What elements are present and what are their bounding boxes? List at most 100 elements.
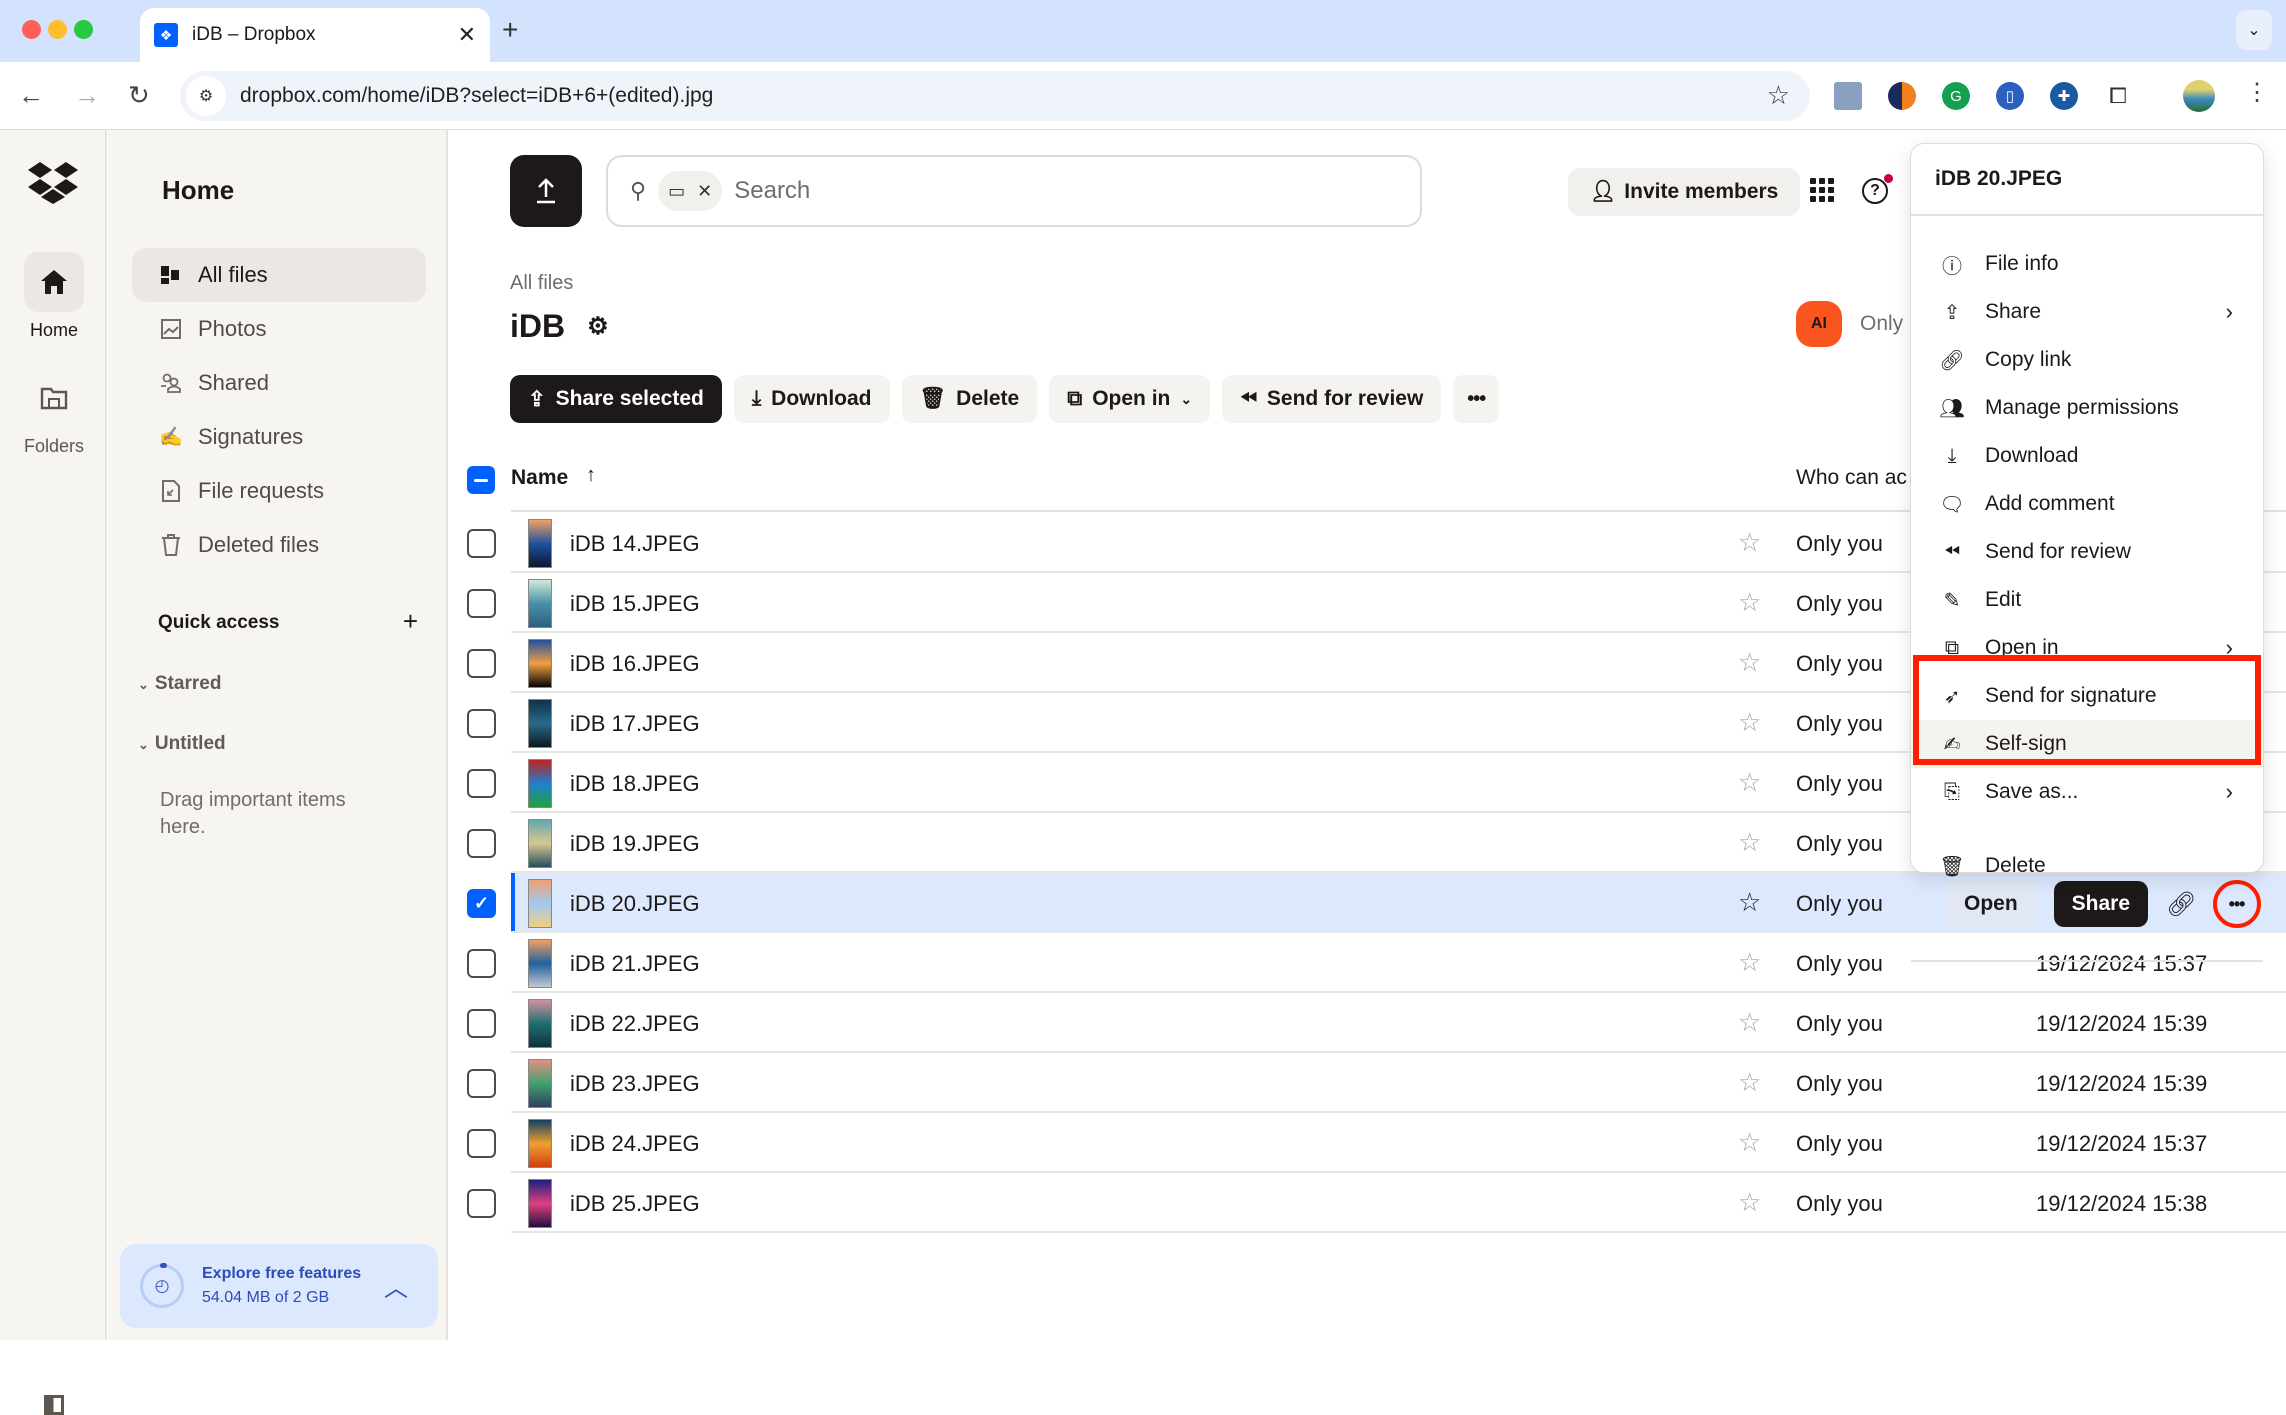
browser-menu-icon[interactable]: ⋮ xyxy=(2245,78,2269,107)
bookmark-star-icon[interactable]: ☆ xyxy=(1767,80,1790,111)
sidebar-item-file-requests[interactable]: File requests xyxy=(132,464,426,518)
star-icon[interactable]: ☆ xyxy=(1738,767,1761,798)
open-in-button[interactable]: ⧉ Open in ⌄ xyxy=(1049,375,1211,423)
url-text[interactable]: dropbox.com/home/iDB?select=iDB+6+(edite… xyxy=(240,84,713,108)
sort-ascending-icon[interactable]: ↑ xyxy=(586,464,596,487)
forward-arrow-icon[interactable]: → xyxy=(74,80,100,111)
star-icon[interactable]: ☆ xyxy=(1738,1067,1761,1098)
gear-icon[interactable]: ⚙ xyxy=(587,312,609,341)
star-icon[interactable]: ☆ xyxy=(1738,1127,1761,1158)
table-row[interactable]: iDB 22.JPEG ☆ Only you 19/12/2024 15:39 xyxy=(450,993,2286,1053)
menu-item-add-comment[interactable]: 🗨︎ Add comment xyxy=(1911,480,2263,528)
file-name[interactable]: iDB 19.JPEG xyxy=(570,831,700,857)
chevron-up-icon[interactable]: ︿ xyxy=(384,1268,408,1303)
download-button[interactable]: ⤓ Download xyxy=(733,375,890,423)
table-row[interactable]: iDB 25.JPEG ☆ Only you 19/12/2024 15:38 xyxy=(450,1173,2286,1233)
search-input[interactable] xyxy=(734,177,1135,205)
app-grid-icon[interactable] xyxy=(1810,178,1834,202)
upload-button[interactable] xyxy=(510,155,582,227)
star-icon[interactable]: ☆ xyxy=(1738,527,1761,558)
menu-item-send-for-signature[interactable]: ➶ Send for signature xyxy=(1911,672,2263,720)
remove-scope-icon[interactable]: ✕ xyxy=(697,181,712,202)
sidebar-item-deleted-files[interactable]: Deleted files xyxy=(132,518,426,572)
send-for-review-button[interactable]: ⏪︎ Send for review xyxy=(1222,375,1442,423)
close-tab-icon[interactable]: ✕ xyxy=(458,22,476,48)
row-checkbox[interactable] xyxy=(467,589,496,618)
file-name[interactable]: iDB 25.JPEG xyxy=(570,1191,700,1217)
avatar[interactable]: AI xyxy=(1796,301,1842,347)
explore-features-card[interactable]: ◴ Explore free features 54.04 MB of 2 GB… xyxy=(120,1244,438,1328)
star-icon[interactable]: ☆ xyxy=(1738,587,1761,618)
file-name[interactable]: iDB 17.JPEG xyxy=(570,711,700,737)
file-name[interactable]: iDB 20.JPEG xyxy=(570,891,700,917)
starred-group-toggle[interactable]: ⌄ Starred xyxy=(138,673,221,695)
table-row[interactable]: iDB 24.JPEG ☆ Only you 19/12/2024 15:37 xyxy=(450,1113,2286,1173)
star-icon[interactable]: ☆ xyxy=(1738,647,1761,678)
image-extension-icon[interactable] xyxy=(1834,82,1862,110)
window-minimize-button[interactable] xyxy=(48,20,67,39)
sidebar-item-photos[interactable]: Photos xyxy=(132,302,426,356)
row-checkbox[interactable] xyxy=(467,529,496,558)
row-checkbox[interactable] xyxy=(467,1009,496,1038)
star-icon[interactable]: ☆ xyxy=(1738,707,1761,738)
copy-link-icon[interactable]: 🔗︎ xyxy=(2166,890,2196,919)
column-name[interactable]: Name xyxy=(511,466,568,490)
star-icon[interactable]: ☆ xyxy=(1738,947,1761,978)
row-checkbox[interactable] xyxy=(467,1129,496,1158)
untitled-group-toggle[interactable]: ⌄ Untitled xyxy=(138,733,226,755)
invite-members-button[interactable]: 👤︎ Invite members xyxy=(1568,168,1800,216)
file-name[interactable]: iDB 23.JPEG xyxy=(570,1071,700,1097)
column-who-can-access[interactable]: Who can ac xyxy=(1796,466,1907,490)
dropbox-logo-icon[interactable] xyxy=(28,162,78,204)
row-checkbox[interactable] xyxy=(467,949,496,978)
rail-item-folders[interactable]: Folders xyxy=(24,368,84,457)
sidebar-item-shared[interactable]: Shared xyxy=(132,356,426,410)
row-checkbox[interactable] xyxy=(467,1189,496,1218)
window-close-button[interactable] xyxy=(22,20,41,39)
swirl-extension-icon[interactable] xyxy=(1888,82,1916,110)
more-actions-button[interactable]: ••• xyxy=(1453,375,1500,423)
profile-avatar[interactable] xyxy=(2183,80,2215,112)
row-checkbox[interactable] xyxy=(467,709,496,738)
menu-item-delete[interactable]: 🗑︎ Delete xyxy=(1911,842,2263,890)
delete-button[interactable]: 🗑︎ Delete xyxy=(901,375,1038,423)
row-checkbox[interactable] xyxy=(467,829,496,858)
window-maximize-button[interactable] xyxy=(74,20,93,39)
file-name[interactable]: iDB 24.JPEG xyxy=(570,1131,700,1157)
sidebar-item-all-files[interactable]: All files xyxy=(132,248,426,302)
row-checkbox[interactable]: ✓ xyxy=(467,889,496,918)
star-icon[interactable]: ☆ xyxy=(1738,1187,1761,1218)
menu-item-send-for-review[interactable]: ⏪︎ Send for review xyxy=(1911,528,2263,576)
menu-item-open-in[interactable]: ⧉ Open in › xyxy=(1911,624,2263,672)
table-row[interactable]: iDB 23.JPEG ☆ Only you 19/12/2024 15:39 xyxy=(450,1053,2286,1113)
table-row[interactable]: iDB 21.JPEG ☆ Only you 19/12/2024 15:37 xyxy=(450,933,2286,993)
document-extension-icon[interactable]: ▯ xyxy=(1996,82,2024,110)
file-name[interactable]: iDB 14.JPEG xyxy=(570,531,700,557)
add-quick-access-button[interactable]: + xyxy=(403,606,418,637)
file-name[interactable]: iDB 16.JPEG xyxy=(570,651,700,677)
file-name[interactable]: iDB 15.JPEG xyxy=(570,591,700,617)
help-icon[interactable]: ? xyxy=(1862,178,1888,204)
select-all-checkbox[interactable] xyxy=(467,466,495,494)
menu-item-save-as[interactable]: ⎘ Save as... › xyxy=(1911,768,2263,816)
menu-item-share[interactable]: ⇪ Share › xyxy=(1911,288,2263,336)
search-bar[interactable]: ⚲ ▭ ✕ xyxy=(606,155,1422,227)
row-checkbox[interactable] xyxy=(467,769,496,798)
row-checkbox[interactable] xyxy=(467,649,496,678)
grammarly-extension-icon[interactable]: G xyxy=(1942,82,1970,110)
star-icon[interactable]: ☆ xyxy=(1738,887,1761,918)
menu-item-download[interactable]: ⤓ Download xyxy=(1911,432,2263,480)
back-arrow-icon[interactable]: ← xyxy=(18,80,44,111)
rail-item-home[interactable]: Home xyxy=(24,252,84,341)
file-name[interactable]: iDB 21.JPEG xyxy=(570,951,700,977)
row-checkbox[interactable] xyxy=(467,1069,496,1098)
plus-circle-extension-icon[interactable]: ✚ xyxy=(2050,82,2078,110)
file-name[interactable]: iDB 22.JPEG xyxy=(570,1011,700,1037)
puzzle-extensions-icon[interactable]: ⧠ xyxy=(2104,82,2132,110)
address-bar[interactable]: ⚙ dropbox.com/home/iDB?select=iDB+6+(edi… xyxy=(180,71,1810,121)
reload-icon[interactable]: ↻ xyxy=(128,80,150,111)
menu-item-self-sign[interactable]: ✍︎ Self-sign xyxy=(1911,720,2263,768)
menu-item-copy-link[interactable]: 🔗︎ Copy link xyxy=(1911,336,2263,384)
file-name[interactable]: iDB 18.JPEG xyxy=(570,771,700,797)
star-icon[interactable]: ☆ xyxy=(1738,827,1761,858)
